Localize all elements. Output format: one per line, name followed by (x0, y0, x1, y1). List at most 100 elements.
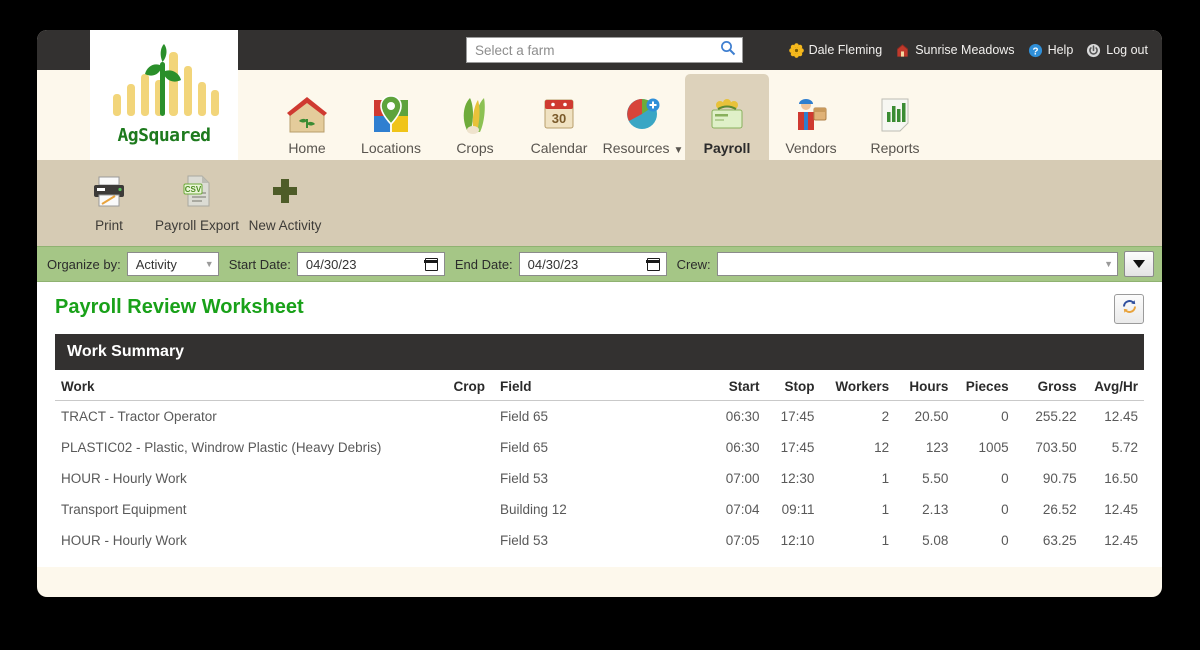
payroll-export-label: Payroll Export (154, 217, 240, 233)
cell-pieces: 0 (1001, 409, 1009, 424)
table-row[interactable]: HOUR - Hourly Work Field 53 07:00 12:30 1 5.5… (55, 463, 1144, 494)
map-pin-icon (368, 92, 414, 136)
page-title: Payroll Review Worksheet (55, 296, 304, 318)
new-activity-button[interactable]: New Activity (241, 164, 329, 242)
cell-avghr: 16.50 (1104, 471, 1138, 486)
organize-by-value: Activity (135, 256, 177, 272)
nav-item-payroll[interactable]: Payroll (685, 74, 769, 160)
nav-label-locations: Locations (361, 140, 421, 156)
refresh-button[interactable] (1114, 294, 1144, 324)
cell-gross: 703.50 (1035, 440, 1077, 455)
cell-hours: 2.13 (922, 502, 949, 517)
question-circle-icon: ? (1028, 43, 1043, 58)
nav-item-vendors[interactable]: Vendors (769, 74, 853, 160)
col-work[interactable]: Work (55, 370, 434, 401)
cell-gross: 90.75 (1042, 471, 1077, 486)
svg-text:?: ? (1032, 46, 1038, 57)
barn-icon (895, 43, 910, 58)
svg-text:CSV: CSV (185, 185, 202, 194)
payroll-export-button[interactable]: CSV Payroll Export (153, 164, 241, 242)
col-gross[interactable]: Gross (1014, 370, 1083, 401)
nav-item-locations[interactable]: Locations (349, 74, 433, 160)
pie-chart-plus-icon (620, 92, 666, 136)
cell-gross: 255.22 (1035, 409, 1077, 424)
nav-item-resources[interactable]: Resources ▼ (601, 74, 685, 160)
crew-select[interactable]: ▼ (716, 252, 1118, 276)
chevron-down-icon[interactable]: ▼ (673, 145, 683, 156)
col-stop[interactable]: Stop (765, 370, 821, 401)
csv-file-icon: CSV (178, 174, 216, 208)
cell-work: PLASTIC02 - Plastic, Windrow Plastic (He… (61, 440, 382, 455)
calendar-icon[interactable] (646, 257, 661, 271)
nav-item-crops[interactable]: Crops (433, 74, 517, 160)
logo-text: AgSquared (117, 125, 211, 146)
calendar-icon[interactable] (424, 257, 439, 271)
start-date-input[interactable]: 04/30/23 (296, 252, 445, 276)
cell-start: 06:30 (725, 440, 760, 455)
cell-field: Field 53 (500, 533, 549, 548)
cell-start: 07:04 (725, 502, 760, 517)
table-row[interactable]: Transport Equipment Building 12 07:04 09:11… (55, 494, 1144, 525)
organize-by-select[interactable]: Activity ▼ (126, 252, 219, 276)
chevron-down-icon (1133, 260, 1145, 268)
search-input[interactable] (475, 42, 720, 58)
bar-chart-icon (872, 92, 918, 136)
user-account-item[interactable]: Dale Fleming (788, 42, 882, 58)
table-row[interactable]: TRACT - Tractor Operator Field 65 06:30 17:… (55, 401, 1144, 433)
col-field[interactable]: Field (491, 370, 711, 401)
filter-expand-button[interactable] (1124, 251, 1154, 277)
farm-search-box[interactable] (466, 37, 743, 63)
cell-work: TRACT - Tractor Operator (61, 409, 217, 424)
nav-label-vendors: Vendors (785, 140, 837, 156)
nav-item-reports[interactable]: Reports (853, 74, 937, 160)
cell-start: 07:05 (725, 533, 760, 548)
crew-label: Crew: (676, 256, 711, 272)
power-icon (1086, 43, 1101, 58)
start-date-label: Start Date: (228, 256, 291, 272)
cell-gross: 63.25 (1042, 533, 1077, 548)
cell-pieces: 0 (1001, 533, 1009, 548)
cell-workers: 12 (874, 440, 890, 455)
end-date-value: 04/30/23 (527, 256, 579, 272)
cell-field: Field 65 (500, 440, 549, 455)
cell-field: Building 12 (500, 502, 567, 517)
end-date-input[interactable]: 04/30/23 (518, 252, 667, 276)
cell-pieces: 0 (1001, 471, 1009, 486)
logo-box[interactable]: AgSquared (90, 30, 238, 160)
nav-label-reports: Reports (870, 140, 920, 156)
farm-name-label: Sunrise Meadows (915, 43, 1015, 57)
help-item[interactable]: ? Help (1028, 43, 1074, 58)
vendor-worker-icon (788, 92, 834, 136)
cell-gross: 26.52 (1042, 502, 1077, 517)
col-avghr[interactable]: Avg/Hr (1082, 370, 1144, 401)
cell-stop: 17:45 (780, 409, 815, 424)
logout-label: Log out (1106, 43, 1148, 57)
farm-name-item[interactable]: Sunrise Meadows (895, 43, 1015, 58)
cell-work: HOUR - Hourly Work (61, 471, 187, 486)
cell-avghr: 12.45 (1104, 409, 1138, 424)
cell-avghr: 12.45 (1104, 533, 1138, 548)
print-button[interactable]: Print (65, 164, 153, 242)
col-workers[interactable]: Workers (820, 370, 896, 401)
search-icon[interactable] (720, 40, 736, 60)
cell-workers: 1 (881, 502, 890, 517)
col-pieces[interactable]: Pieces (954, 370, 1015, 401)
table-row[interactable]: PLASTIC02 - Plastic, Windrow Plastic (He… (55, 432, 1144, 463)
logout-item[interactable]: Log out (1086, 43, 1148, 58)
nav-label-crops: Crops (456, 140, 494, 156)
nav-item-calendar[interactable]: 30 Calendar (517, 74, 601, 160)
cell-stop: 09:11 (781, 502, 815, 517)
cell-pieces: 1005 (978, 440, 1009, 455)
help-label: Help (1047, 43, 1074, 57)
cell-avghr: 5.72 (1111, 440, 1138, 455)
svg-text:30: 30 (552, 111, 566, 126)
work-summary-section-header: Work Summary (55, 334, 1144, 370)
table-row[interactable]: HOUR - Hourly Work Field 53 07:05 12:10 1 5.0… (55, 525, 1144, 556)
cell-start: 06:30 (725, 409, 760, 424)
nav-item-home[interactable]: Home (265, 74, 349, 160)
col-start[interactable]: Start (710, 370, 766, 401)
col-hours[interactable]: Hours (895, 370, 955, 401)
col-crop[interactable]: Crop (433, 370, 491, 401)
cell-pieces: 0 (1001, 502, 1009, 517)
cell-stop: 12:30 (780, 471, 815, 486)
